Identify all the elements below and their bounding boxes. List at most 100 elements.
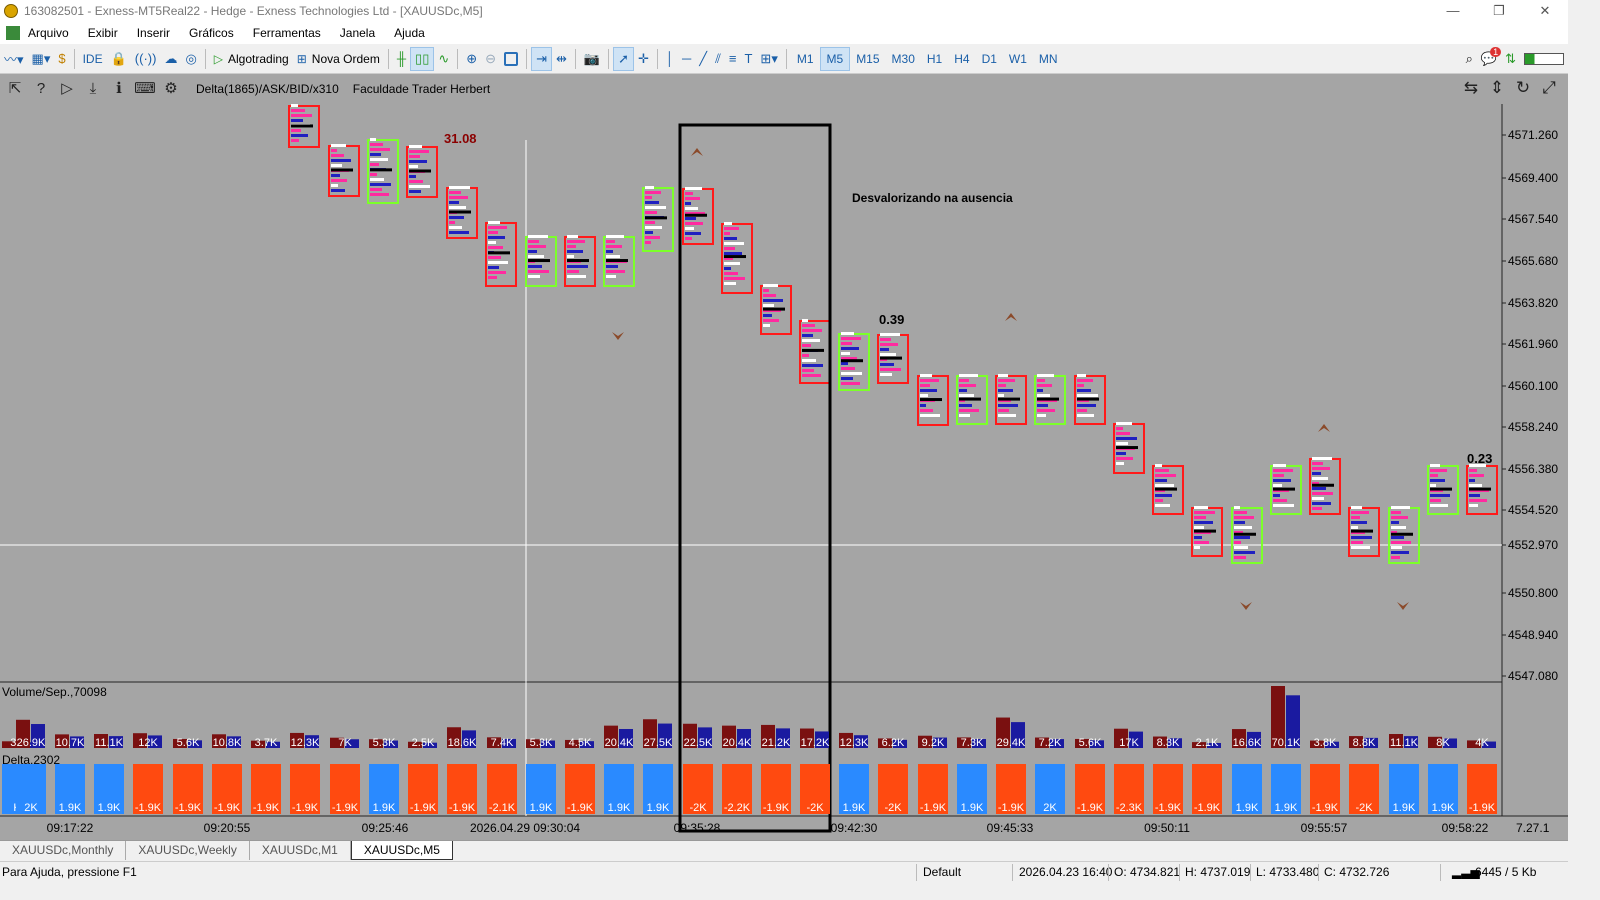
channel-icon[interactable]: ⫽: [711, 47, 725, 71]
close-button[interactable]: ✕: [1522, 0, 1568, 22]
search-icon[interactable]: ⌕: [1462, 47, 1477, 71]
footprint-bar: [998, 394, 1004, 397]
delta-value: 1.9K: [1275, 802, 1298, 814]
status-traffic: 6445 / 5 Kb: [1475, 865, 1537, 879]
tab-weekly[interactable]: XAUUSDc,Weekly: [126, 841, 250, 860]
price-tick-label: 4548.940: [1508, 628, 1558, 642]
tf-mn[interactable]: MN: [1033, 47, 1064, 71]
price-tick-label: 4571.260: [1508, 128, 1558, 142]
tf-w1[interactable]: W1: [1003, 47, 1033, 71]
tf-m1[interactable]: M1: [791, 47, 820, 71]
line-icon[interactable]: ∿: [434, 47, 453, 71]
tf-m15[interactable]: M15: [850, 47, 885, 71]
tf-m5[interactable]: M5: [819, 46, 851, 71]
new-order-button[interactable]: ⊞ Nova Ordem: [293, 47, 384, 71]
tile-windows-icon[interactable]: [500, 47, 522, 71]
tf-h4[interactable]: H4: [948, 47, 975, 71]
market-icon[interactable]: $: [54, 47, 69, 71]
footprint-bar: [802, 324, 815, 327]
chart-canvas[interactable]: 4571.260 4569.400 4567.540 4565.680 4563.820…: [0, 74, 1568, 840]
footprint-bar: [291, 139, 299, 142]
footprint-bar: [645, 201, 659, 204]
footprint-bar: [802, 359, 816, 362]
text-icon[interactable]: T: [740, 47, 756, 71]
status-open: O: 4734.821: [1114, 865, 1181, 879]
candles-icon[interactable]: ▯▯: [410, 46, 435, 71]
trendline-icon[interactable]: ╱: [695, 47, 711, 71]
tab-m5[interactable]: XAUUSDc,M5: [350, 841, 453, 860]
tab-monthly[interactable]: XAUUSDc,Monthly: [0, 841, 127, 860]
menu-graficos[interactable]: Gráficos: [189, 26, 234, 40]
tf-m30[interactable]: M30: [886, 47, 921, 71]
menu-exibir[interactable]: Exibir: [88, 26, 118, 40]
footprint-bar: [1273, 494, 1280, 497]
footprint-bar: [1234, 521, 1245, 524]
shapes-icon[interactable]: ⊞▾: [756, 47, 781, 71]
chart-type-icon[interactable]: 〰▾: [0, 47, 28, 71]
templates-icon[interactable]: ▦▾: [28, 47, 55, 71]
footprint-bar: [567, 275, 586, 278]
cursor-icon[interactable]: ➚: [613, 46, 634, 71]
footprint-bar: [1155, 484, 1174, 487]
volume-value: 4.5K: [569, 737, 592, 749]
poc-bar: [291, 124, 313, 128]
footprint-bar: [1116, 462, 1124, 465]
footprint-bar: [1155, 474, 1176, 477]
menu-ajuda[interactable]: Ajuda: [394, 26, 425, 40]
footprint-bar: [1351, 506, 1362, 509]
vps-icon[interactable]: ◎: [181, 47, 200, 71]
fibonacci-icon[interactable]: ≡: [725, 47, 741, 71]
title-bar: 163082501 - Exness-MT5Real22 - Hedge - E…: [0, 0, 1568, 22]
lock-icon[interactable]: 🔒: [107, 47, 131, 71]
notifications-icon[interactable]: 💬 1: [1477, 46, 1502, 71]
footprint-bar: [802, 329, 822, 332]
menu-arquivo[interactable]: Arquivo: [28, 26, 69, 40]
cloud-icon[interactable]: ☁: [160, 47, 181, 71]
footprint-bar: [291, 109, 305, 112]
delta-value: -2.2K: [724, 802, 751, 814]
footprint-bar: [685, 217, 696, 220]
footprint-bar: [1194, 516, 1206, 519]
ide-button[interactable]: IDE: [79, 47, 107, 71]
footprint-bar: [959, 384, 976, 387]
chart-window[interactable]: ⇱ ? ▷ ⤓ ℹ ⌨ ⚙ Delta(1865)/ASK/BID/x310 F…: [0, 74, 1568, 840]
tf-d1[interactable]: D1: [976, 47, 1003, 71]
poc-bar: [1312, 483, 1334, 487]
up-arrow-icon: [1005, 313, 1017, 321]
footprint-bar: [1116, 432, 1130, 435]
footprint-bar: [1037, 409, 1055, 412]
footprint-bar: [802, 339, 820, 342]
delta-value: 1.9K: [1432, 802, 1455, 814]
footprint-bar: [1077, 374, 1086, 377]
poc-bar: [685, 213, 707, 217]
minimize-button[interactable]: —: [1430, 0, 1476, 22]
footprint-bar: [370, 163, 379, 166]
menu-inserir[interactable]: Inserir: [137, 26, 170, 40]
tab-m1[interactable]: XAUUSDc,M1: [250, 841, 351, 860]
poc-bar: [724, 255, 746, 259]
footprint-bar: [567, 265, 588, 268]
vertical-line-icon[interactable]: │: [662, 47, 678, 71]
footprint-bar: [1116, 427, 1123, 430]
footprint-bar: [1273, 479, 1291, 482]
zoom-in-icon[interactable]: ⊕: [462, 47, 481, 71]
horizontal-line-icon[interactable]: ─: [678, 47, 695, 71]
menu-ferramentas[interactable]: Ferramentas: [253, 26, 321, 40]
delta-value: 1.9K: [843, 802, 866, 814]
menu-janela[interactable]: Janela: [340, 26, 375, 40]
maximize-button[interactable]: ❐: [1476, 0, 1522, 22]
volume-value: 27.5K: [644, 737, 673, 749]
algotrading-button[interactable]: ▷ Algotrading: [210, 47, 293, 71]
poc-bar: [1037, 397, 1059, 401]
autoscroll-icon[interactable]: ⇥: [531, 46, 552, 71]
signal-icon[interactable]: ((·)): [131, 47, 161, 71]
crosshair-icon[interactable]: ✛: [634, 47, 653, 71]
tf-h1[interactable]: H1: [921, 47, 948, 71]
delta-value: -1.9K: [1194, 802, 1221, 814]
chart-shift-icon[interactable]: ⇹: [552, 47, 571, 71]
zoom-out-icon[interactable]: ⊖: [481, 47, 500, 71]
screenshot-icon[interactable]: 📷: [580, 47, 604, 71]
bars-icon[interactable]: ╫: [393, 47, 410, 71]
delta-value: -1.9K: [920, 802, 947, 814]
footprint-bar: [1037, 379, 1045, 382]
